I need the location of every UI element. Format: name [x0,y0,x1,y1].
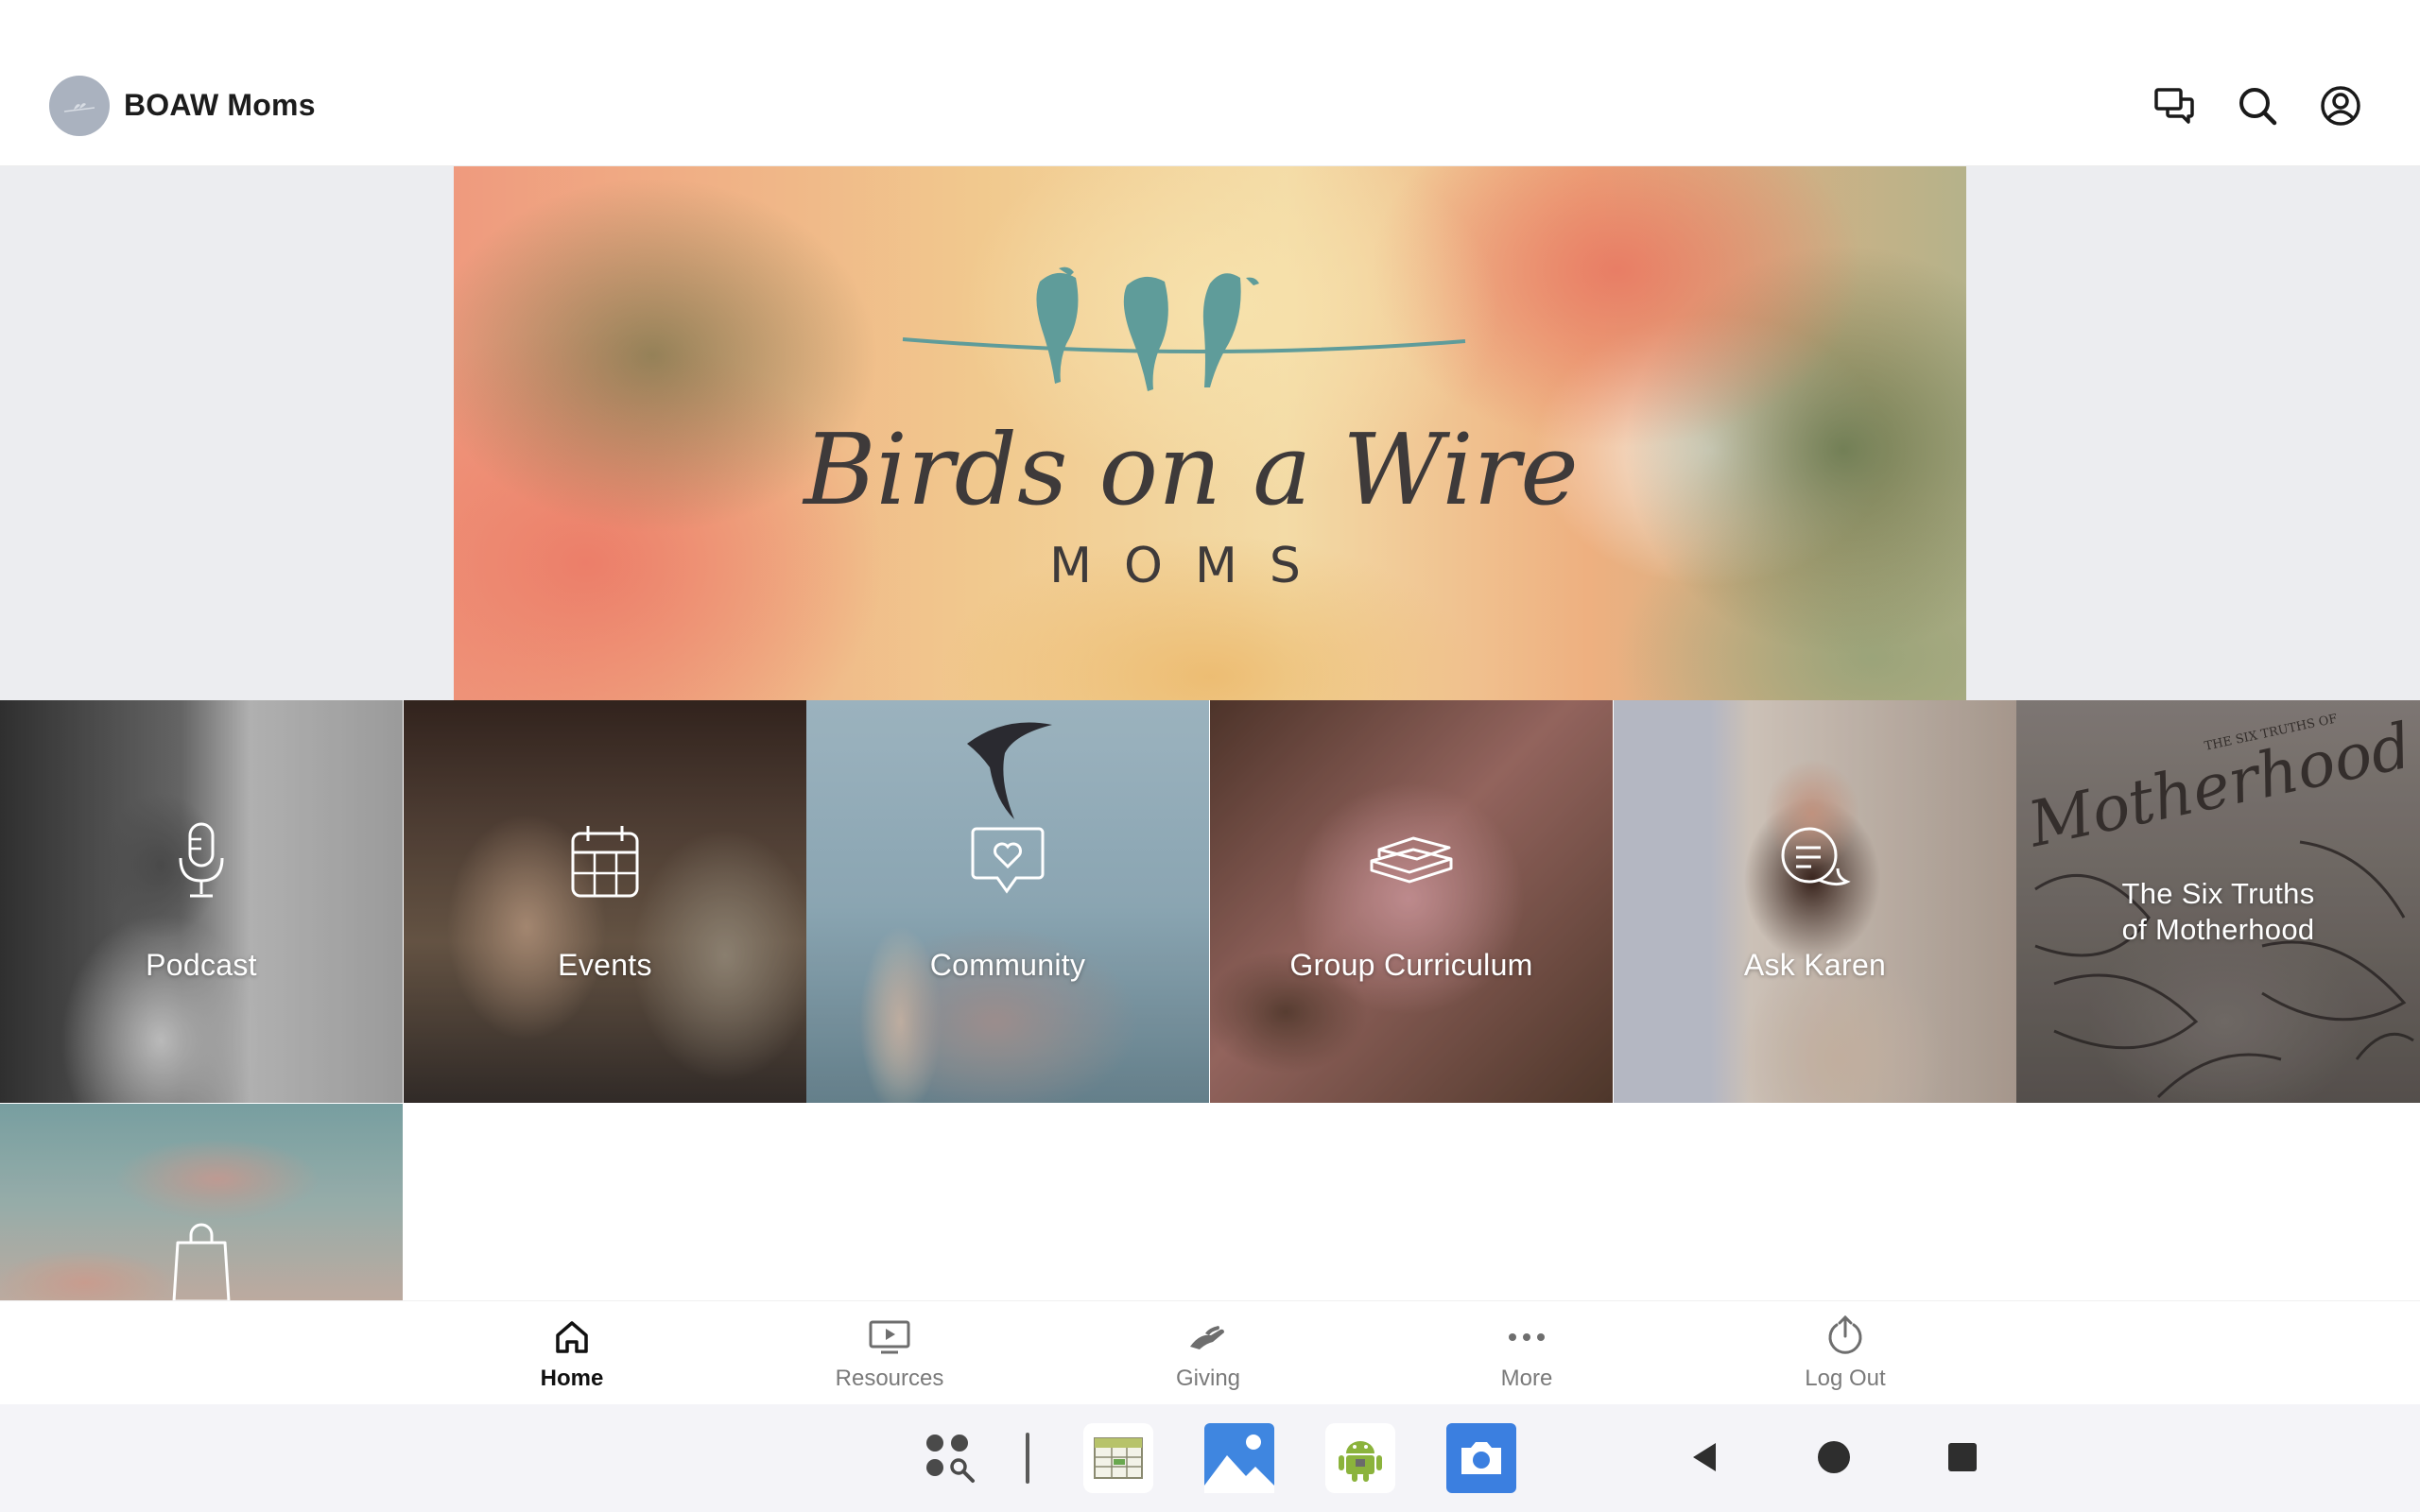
bird-icon [1202,273,1259,387]
bird-icon [1036,266,1079,384]
bottom-navigation: Home Resources Giving More Log Out [0,1300,2420,1404]
tiles-grid: Podcast Events Community Group Curriculu… [0,700,2420,1300]
nav-giving[interactable]: Giving [1123,1314,1293,1400]
birds-on-a-wire-logo: Birds on a Wire MOMS [802,266,1579,594]
search-button[interactable] [2233,81,2282,130]
tile-label: Group Curriculum [1289,948,1533,982]
logo-subtitle: MOMS [1049,538,1333,594]
tile-events[interactable]: Events [404,700,806,1103]
nav-label: Giving [1175,1366,1241,1391]
swallow-bird-icon [967,722,1052,819]
app-title: BOAW Moms [124,88,316,122]
back-icon[interactable] [1688,1440,1722,1474]
tile-ask-karen[interactable]: Ask Karen [1614,700,2016,1103]
tile-six-truths-of-motherhood[interactable]: THE SIX TRUTHS OF Motherhood The Six Tru… [2016,700,2420,1103]
tile-community[interactable]: Community [806,700,1209,1103]
nav-more[interactable]: More [1442,1314,1612,1400]
tile-label: Events [558,948,652,982]
tile-shop[interactable] [0,1104,403,1300]
search-icon [2239,88,2277,126]
app-avatar[interactable] [49,76,110,136]
more-dots-icon [1504,1314,1549,1360]
bird-logo-icon [63,103,95,112]
nav-home[interactable]: Home [487,1314,657,1400]
system-navigation-bar [0,1404,2420,1512]
chat-button[interactable] [2150,81,2199,130]
tile-label: The Six Truths of Motherhood [2016,876,2420,948]
power-icon [1823,1314,1868,1360]
giving-hand-icon [1185,1314,1231,1360]
chat-icon [2154,88,2194,124]
shopping-bag-icon [154,1217,249,1300]
books-icon [1364,818,1459,903]
nav-label: Log Out [1805,1366,1886,1391]
spreadsheet-app-icon[interactable] [1083,1423,1153,1493]
home-circle-icon[interactable] [1817,1440,1851,1474]
account-button[interactable] [2316,81,2365,130]
nav-label: More [1500,1366,1553,1391]
camera-app-icon[interactable] [1446,1423,1516,1493]
recents-icon[interactable] [1947,1442,1978,1472]
monitor-play-icon [867,1314,912,1360]
nav-label: Home [540,1366,604,1391]
hero-banner[interactable]: Birds on a Wire MOMS [454,166,1966,700]
tile-label: Community [929,948,1086,982]
gallery-app-icon[interactable] [1204,1423,1274,1493]
tile-label: Podcast [146,948,257,982]
nav-label: Resources [835,1366,944,1391]
heart-chat-icon [960,818,1055,903]
android-app-icon[interactable] [1325,1423,1395,1493]
logo-title: Birds on a Wire [802,412,1579,527]
nav-log-out[interactable]: Log Out [1760,1314,1930,1400]
app-drawer-search-icon[interactable] [921,1429,979,1487]
nav-resources[interactable]: Resources [804,1314,975,1400]
tile-label-line1: The Six Truths [2121,877,2315,910]
taskbar-divider [1026,1433,1029,1484]
tile-label: Ask Karen [1743,948,1887,982]
app-header: BOAW Moms [0,0,2420,166]
tile-group-curriculum[interactable]: Group Curriculum [1210,700,1613,1103]
calendar-icon [558,818,652,903]
account-icon [2321,86,2360,126]
hero-band: Birds on a Wire MOMS [0,166,2420,700]
bird-icon [1123,276,1168,391]
microphone-icon [154,818,249,903]
home-icon [549,1314,595,1360]
tile-label-line2: of Motherhood [2121,913,2315,946]
tile-podcast[interactable]: Podcast [0,700,403,1103]
speech-bubble-icon [1768,818,1862,903]
